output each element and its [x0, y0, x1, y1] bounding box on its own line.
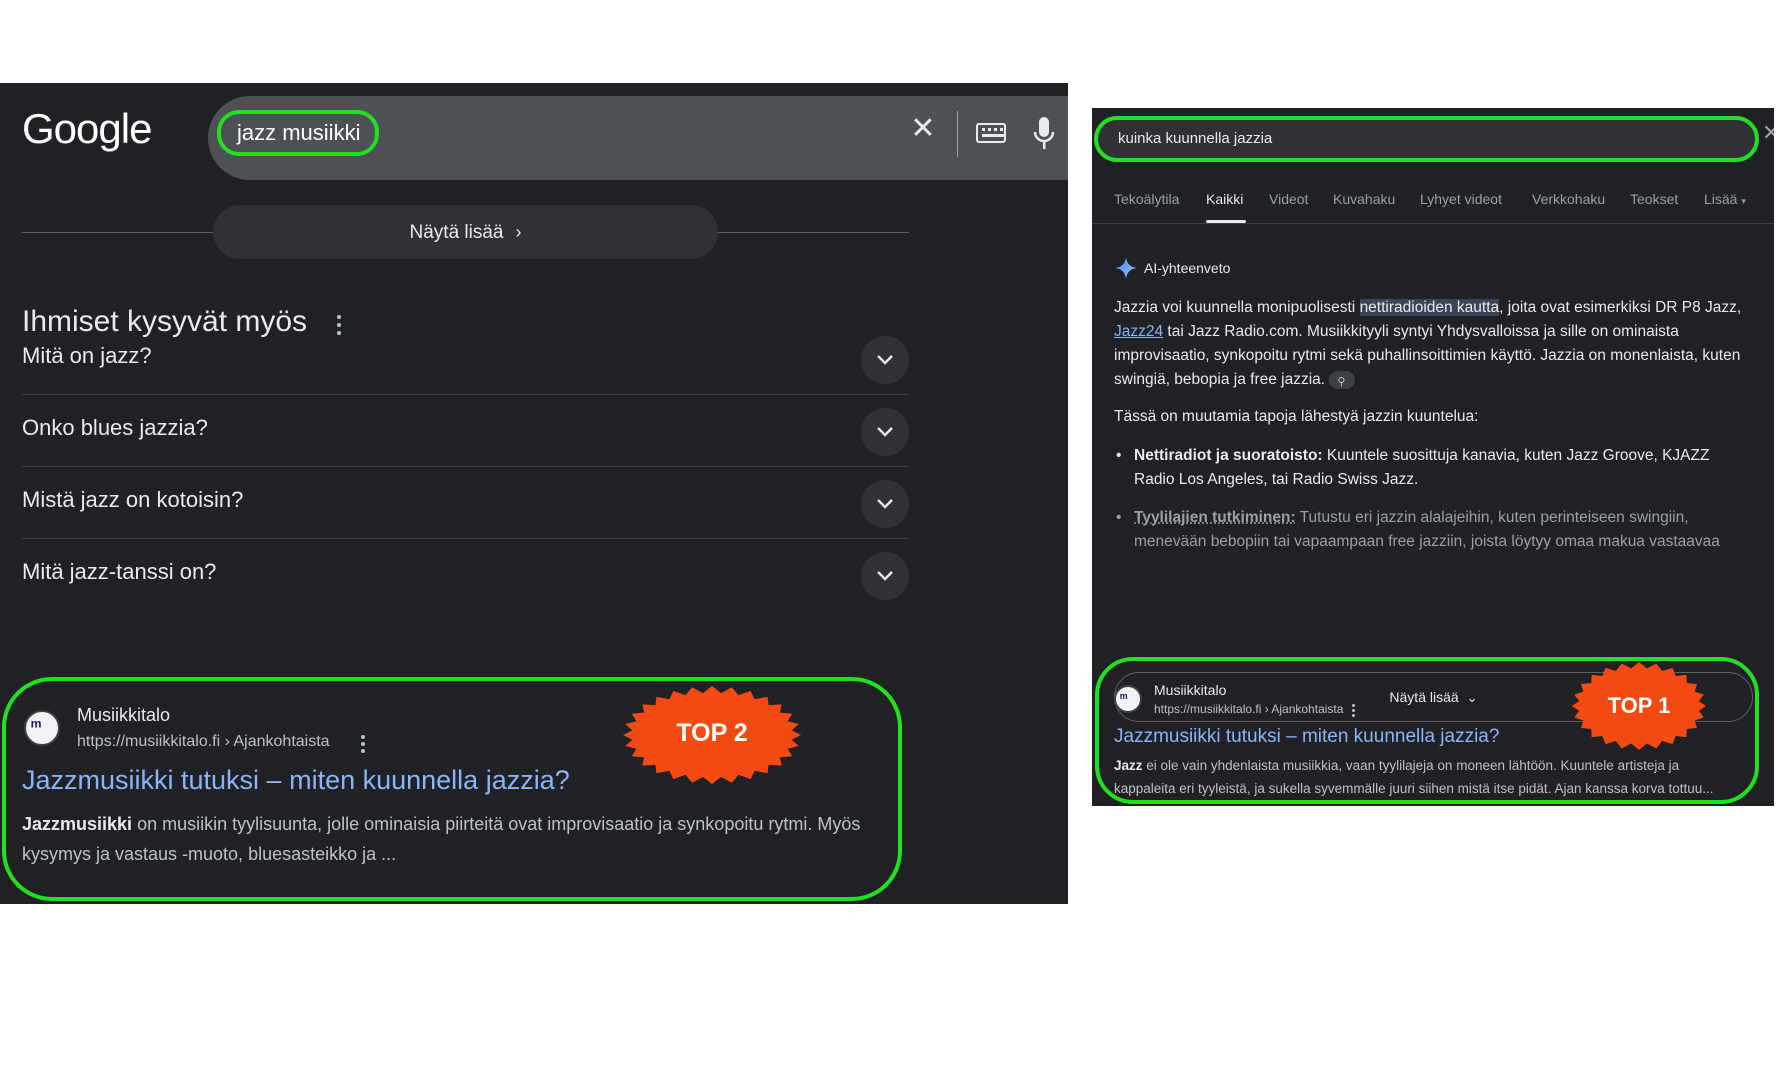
ai-overview-paragraph: Jazzia voi kuunnella monipuolisesti nett… — [1114, 296, 1754, 394]
ai-text: tai Jazz Radio.com. Musiikkityyli syntyi… — [1114, 323, 1741, 388]
paa-question-1[interactable]: Mitä on jazz? — [22, 323, 909, 395]
content-fade — [1092, 600, 1774, 660]
snippet-bold: Jazz — [1114, 758, 1143, 773]
search-bar-highlighted[interactable]: kuinka kuunnella jazzia — [1094, 116, 1759, 162]
result-snippet-line2: kappaleita eri tyyleistä, ja sukella syv… — [1114, 781, 1714, 796]
ai-text: Jazzia voi kuunnella monipuolisesti — [1114, 299, 1360, 316]
snippet-text: on musiikin tyylisuunta, jolle ominaisia… — [22, 814, 861, 864]
show-more-label: Näytä lisää — [409, 222, 504, 243]
search-query-highlight[interactable]: jazz musiikki — [217, 110, 379, 156]
top1-badge: TOP 1 — [1571, 661, 1707, 751]
paa-question-4[interactable]: Mitä jazz-tanssi on? — [22, 539, 909, 611]
chevron-right-icon: › — [515, 222, 522, 242]
ai-highlight[interactable]: nettiradioiden kautta — [1359, 299, 1500, 316]
chevron-down-icon[interactable] — [861, 480, 909, 528]
tab-ai-mode[interactable]: Tekoälytila — [1114, 191, 1179, 207]
jazz24-link[interactable]: Jazz24 — [1114, 323, 1163, 340]
result-snippet-line1: Jazz ei ole vain yhdenlaista musiikkia, … — [1114, 754, 1754, 777]
ai-sparkle-icon — [1115, 257, 1137, 279]
ai-overview-label: AI-yhteenveto — [1144, 260, 1231, 276]
keyboard-icon[interactable] — [976, 123, 1006, 143]
top2-badge: TOP 2 — [622, 685, 802, 785]
tab-more[interactable]: Lisää ▾ — [1704, 191, 1746, 207]
paa-question-2[interactable]: Onko blues jazzia? — [22, 395, 909, 467]
result-snippet: Jazzmusiikki on musiikin tyylisuunta, jo… — [22, 809, 882, 869]
result-menu-icon[interactable] — [360, 735, 366, 755]
result-menu-icon[interactable] — [1352, 704, 1356, 718]
bullet-bold: Nettiradiot ja suoratoisto: — [1134, 447, 1323, 464]
tab-images[interactable]: Kuvahaku — [1333, 191, 1395, 207]
chevron-down-icon[interactable] — [861, 408, 909, 456]
result-site-name[interactable]: Musiikkitalo — [1154, 682, 1226, 698]
result-url[interactable]: https://musiikkitalo.fi › Ajankohtaista — [1154, 702, 1343, 716]
google-logo[interactable]: Google — [22, 105, 152, 153]
caret-down-icon: ▾ — [1741, 196, 1746, 206]
result-title-link[interactable]: Jazzmusiikki tutuksi – miten kuunnella j… — [1114, 726, 1499, 748]
bullet-bold: Tyylilajien tutkiminen: — [1134, 509, 1296, 526]
clear-search-icon[interactable]: ✕ — [1762, 122, 1774, 144]
top2-badge-label: TOP 2 — [676, 719, 748, 747]
tab-more-label: Lisää — [1704, 191, 1738, 207]
tab-all[interactable]: Kaikki — [1206, 191, 1243, 207]
tab-works[interactable]: Teokset — [1630, 191, 1678, 207]
tab-videos[interactable]: Videot — [1269, 191, 1308, 207]
tab-web[interactable]: Verkkohaku — [1532, 191, 1605, 207]
result-url[interactable]: https://musiikkitalo.fi › Ajankohtaista — [77, 733, 330, 751]
paa-question-text: Mitä on jazz? — [22, 343, 152, 368]
chevron-down-icon[interactable] — [861, 552, 909, 600]
site-favicon: ᵐ — [1114, 685, 1142, 713]
chevron-down-icon[interactable] — [861, 336, 909, 384]
right-search-panel: kuinka kuunnella jazzia ✕ Tekoälytila Ka… — [1092, 108, 1774, 806]
clear-search-icon[interactable]: ✕ — [908, 114, 938, 144]
tabs-divider — [1092, 223, 1774, 224]
left-search-panel: Google jazz musiikki ✕ Näytä lisää › Ihmi… — [0, 83, 1068, 904]
ai-bullet-1: Nettiradiot ja suoratoisto: Kuuntele suo… — [1114, 444, 1754, 492]
search-divider — [957, 111, 958, 157]
snippet-bold: Jazzmusiikki — [22, 814, 133, 834]
result-site-name[interactable]: Musiikkitalo — [77, 705, 170, 726]
top1-badge-label: TOP 1 — [1607, 693, 1671, 718]
source-link-icon[interactable] — [1329, 370, 1356, 394]
ai-intro-text: Tässä on muutamia tapoja lähestyä jazzin… — [1114, 408, 1479, 425]
tab-short-videos[interactable]: Lyhyet videot — [1420, 191, 1502, 207]
paa-question-text: Onko blues jazzia? — [22, 415, 208, 440]
site-favicon: ᵐ — [24, 710, 60, 746]
microphone-icon[interactable] — [1033, 116, 1055, 152]
snippet-text: ei ole vain yhdenlaista musiikkia, vaan … — [1142, 758, 1680, 773]
search-query[interactable]: kuinka kuunnella jazzia — [1118, 130, 1272, 147]
ai-bullet-2: Tyylilajien tutkiminen: Tutustu eri jazz… — [1114, 506, 1754, 554]
paa-question-3[interactable]: Mistä jazz on kotoisin? — [22, 467, 909, 539]
paa-question-text: Mistä jazz on kotoisin? — [22, 487, 244, 512]
show-more-button[interactable]: Näytä lisää › — [213, 205, 718, 259]
ai-text: , joita ovat esimerkiksi DR P8 Jazz, — [1499, 299, 1742, 316]
paa-question-text: Mitä jazz-tanssi on? — [22, 559, 217, 584]
result-title-link[interactable]: Jazzmusiikki tutuksi – miten kuunnella j… — [22, 765, 570, 796]
